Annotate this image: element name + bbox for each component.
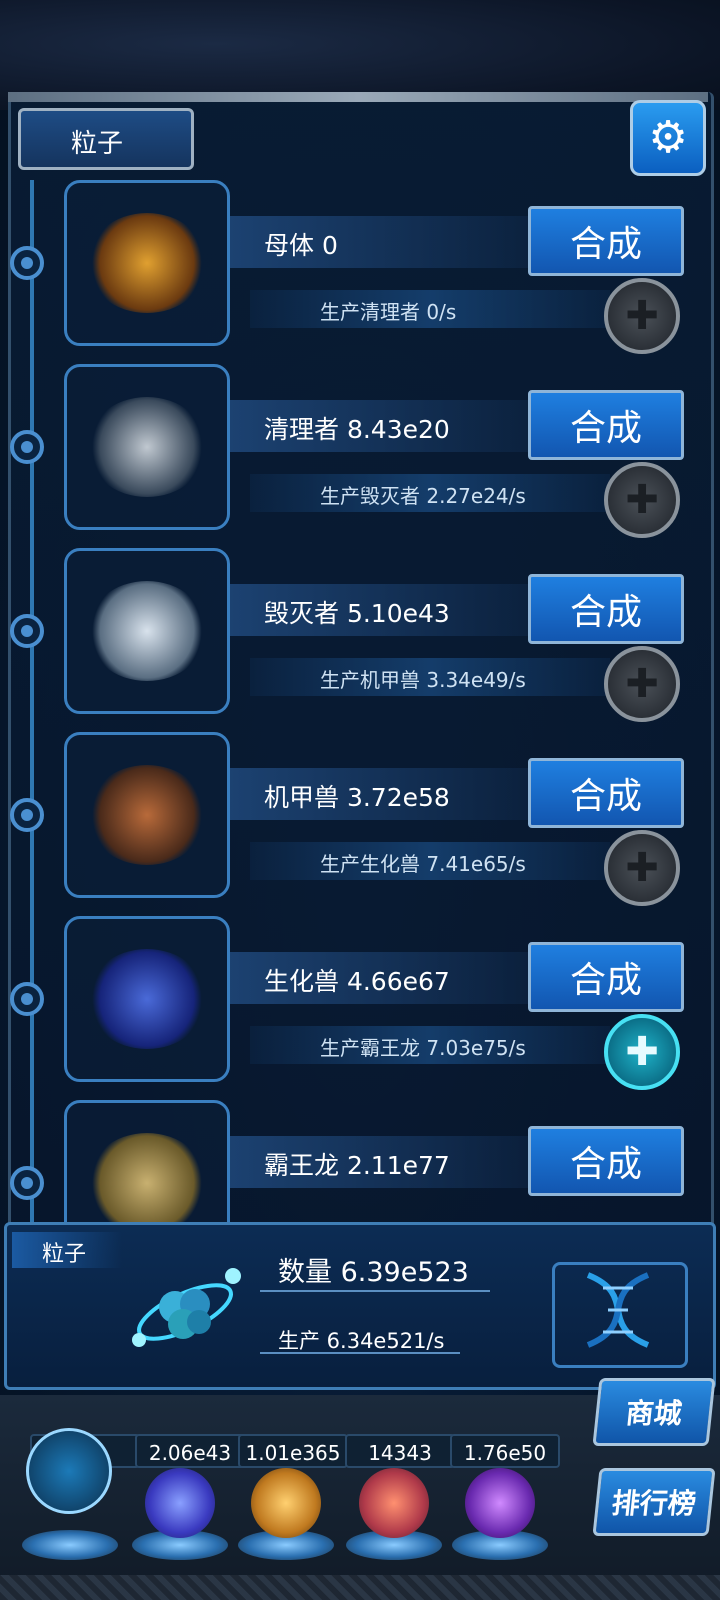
mech-beast-icon xyxy=(87,765,207,865)
plus-icon: ✚ xyxy=(625,1029,659,1075)
merge-button[interactable]: 合成 xyxy=(528,942,684,1012)
cleaner-robot-icon xyxy=(87,397,207,497)
add-button[interactable]: ✚ xyxy=(604,1014,680,1090)
panel-top-frame xyxy=(8,92,708,102)
settings-button[interactable]: ⚙ xyxy=(630,100,706,176)
resource-value: 14343 xyxy=(345,1434,455,1468)
unit-portrait xyxy=(64,1100,230,1222)
particle-cluster-icon xyxy=(132,1268,241,1347)
unit-name-bar: 清理者 8.43e20 xyxy=(230,400,530,452)
dna-icon xyxy=(586,1272,650,1348)
merge-button[interactable]: 合成 xyxy=(528,390,684,460)
resource-value: 1.76e50 xyxy=(450,1434,560,1468)
merge-label: 合成 xyxy=(569,960,642,1001)
unit-portrait xyxy=(64,180,230,346)
unit-production: 生产毁灭者 2.27e24/s xyxy=(320,484,526,508)
unit-row-mother: 母体 0 生产清理者 0/s 合成 ✚ xyxy=(0,180,720,354)
shop-button[interactable]: 商城 xyxy=(592,1378,716,1446)
bio-beast-icon xyxy=(87,949,207,1049)
plus-icon: ✚ xyxy=(625,661,659,707)
resource-value: 1.01e365 xyxy=(238,1434,348,1468)
plus-icon: ✚ xyxy=(625,845,659,891)
particle-quantity: 数量 6.39e523 xyxy=(278,1257,469,1288)
merge-label: 合成 xyxy=(569,408,642,449)
merge-button[interactable]: 合成 xyxy=(528,574,684,644)
unit-row-mech-beast: 机甲兽 3.72e58 生产生化兽 7.41e65/s 合成 ✚ xyxy=(0,732,720,906)
shop-label: 商城 xyxy=(624,1397,684,1430)
add-button[interactable]: ✚ xyxy=(604,646,680,722)
unit-name-value: 机甲兽 3.72e58 xyxy=(264,783,450,812)
merge-button[interactable]: 合成 xyxy=(528,206,684,276)
destroyer-mech-icon xyxy=(87,581,207,681)
unit-row-tyrannosaurus: 霸王龙 2.11e77 合成 xyxy=(0,1100,720,1222)
orb-stand xyxy=(22,1530,118,1560)
unit-name-value: 毁灭者 5.10e43 xyxy=(264,599,450,628)
unit-portrait xyxy=(64,548,230,714)
unit-portrait xyxy=(64,916,230,1082)
plus-icon: ✚ xyxy=(625,477,659,523)
add-button[interactable]: ✚ xyxy=(604,462,680,538)
unit-production: 生产机甲兽 3.34e49/s xyxy=(320,668,526,692)
unit-portrait xyxy=(64,364,230,530)
unit-name-bar: 毁灭者 5.10e43 xyxy=(230,584,530,636)
lightning-orb-button[interactable] xyxy=(145,1468,215,1538)
unit-row-destroyer: 毁灭者 5.10e43 生产机甲兽 3.34e49/s 合成 ✚ xyxy=(0,548,720,722)
vortex-orb-button[interactable] xyxy=(465,1468,535,1538)
bottom-stripe xyxy=(0,1575,720,1600)
merge-label: 合成 xyxy=(569,224,642,265)
add-button[interactable]: ✚ xyxy=(604,830,680,906)
merge-label: 合成 xyxy=(569,592,642,633)
connector-line xyxy=(260,1290,490,1292)
gear-icon: ⚙ xyxy=(648,112,688,163)
merge-label: 合成 xyxy=(569,1144,642,1185)
add-button[interactable]: ✚ xyxy=(604,278,680,354)
merge-button[interactable]: 合成 xyxy=(528,1126,684,1196)
unit-name-value: 霸王龙 2.11e77 xyxy=(264,1151,450,1180)
unit-portrait xyxy=(64,732,230,898)
unit-name-bar: 机甲兽 3.72e58 xyxy=(230,768,530,820)
merge-label: 合成 xyxy=(569,776,642,817)
unit-name-value: 母体 0 xyxy=(264,231,338,260)
unit-row-cleaner: 清理者 8.43e20 生产毁灭者 2.27e24/s 合成 ✚ xyxy=(0,364,720,538)
ranking-label: 排行榜 xyxy=(610,1487,698,1520)
resource-value: 2.06e43 xyxy=(135,1434,245,1468)
plus-icon: ✚ xyxy=(625,293,659,339)
ranking-button[interactable]: 排行榜 xyxy=(592,1468,716,1536)
panel-title-tag: 粒子 xyxy=(18,108,194,170)
unit-production: 生产霸王龙 7.03e75/s xyxy=(320,1036,526,1060)
tyrannosaurus-icon xyxy=(87,1133,207,1222)
brain-orb-button[interactable] xyxy=(359,1468,429,1538)
unit-production: 生产清理者 0/s xyxy=(320,300,457,324)
unit-name-bar: 霸王龙 2.11e77 xyxy=(230,1136,530,1188)
fire-orb-button[interactable] xyxy=(251,1468,321,1538)
merge-button[interactable]: 合成 xyxy=(528,758,684,828)
particle-production: 生产 6.34e521/s xyxy=(278,1329,445,1353)
unit-name-bar: 母体 0 xyxy=(230,216,530,268)
particle-orb-button[interactable] xyxy=(26,1428,112,1514)
unit-name-value: 生化兽 4.66e67 xyxy=(264,967,450,996)
mother-creature-icon xyxy=(87,213,207,313)
unit-name-bar: 生化兽 4.66e67 xyxy=(230,952,530,1004)
unit-row-bio-beast: 生化兽 4.66e67 生产霸王龙 7.03e75/s 合成 ✚ xyxy=(0,916,720,1090)
unit-production: 生产生化兽 7.41e65/s xyxy=(320,852,526,876)
panel-title: 粒子 xyxy=(71,129,124,159)
particle-label-tag: 粒子 xyxy=(12,1232,122,1268)
particle-label: 粒子 xyxy=(42,1242,87,1267)
unit-name-value: 清理者 8.43e20 xyxy=(264,415,450,444)
